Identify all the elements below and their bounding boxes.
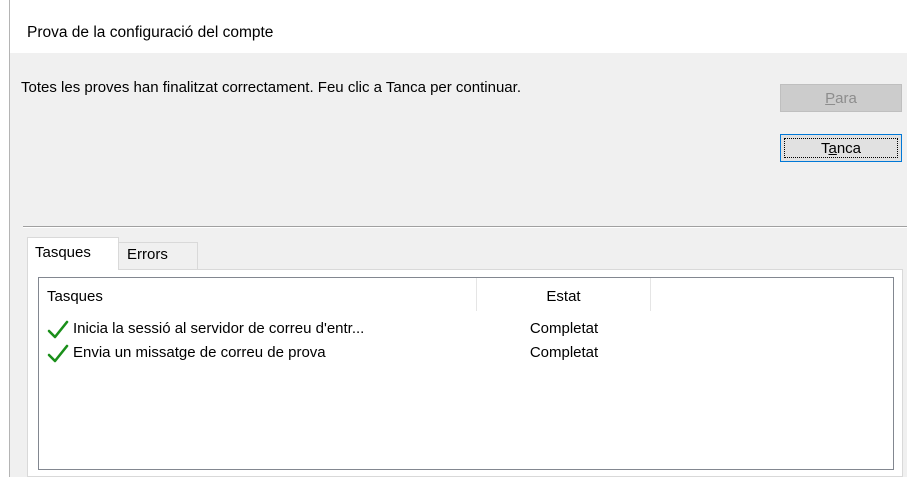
column-header-tasks[interactable]: Tasques <box>39 278 477 311</box>
green-checkmark-icon <box>47 344 69 363</box>
tab-errors-label: Errors <box>127 246 168 263</box>
task-list[interactable]: Tasques Estat Inicia la sessió al servid… <box>38 277 894 470</box>
tab-tasks-label: Tasques <box>35 244 91 261</box>
tab-errors[interactable]: Errors <box>118 242 198 270</box>
separator-line <box>23 226 907 228</box>
focus-rectangle <box>784 138 898 158</box>
stop-button-label: Para <box>825 89 857 107</box>
column-header-status[interactable]: Estat <box>477 278 651 311</box>
account-settings-test-dialog: Prova de la configuració del compte Tote… <box>9 0 907 477</box>
task-status: Completat <box>529 320 599 337</box>
list-item[interactable]: Inicia la sessió al servidor de correu d… <box>39 318 889 342</box>
title-bar: Prova de la configuració del compte <box>10 0 907 53</box>
task-name: Envia un missatge de correu de prova <box>73 344 326 361</box>
close-button[interactable]: Tanca <box>780 134 902 162</box>
tab-tasks[interactable]: Tasques <box>27 237 119 270</box>
stop-button[interactable]: Para <box>780 84 902 112</box>
green-checkmark-icon <box>47 320 69 339</box>
task-name: Inicia la sessió al servidor de correu d… <box>73 320 365 337</box>
status-message: Totes les proves han finalitzat correcta… <box>21 79 521 96</box>
column-header-empty[interactable] <box>651 278 893 311</box>
dialog-title: Prova de la configuració del compte <box>27 24 274 41</box>
task-status: Completat <box>529 344 599 361</box>
list-item[interactable]: Envia un missatge de correu de prova Com… <box>39 342 889 366</box>
tab-panel-tasks: Tasques Estat Inicia la sessió al servid… <box>27 269 903 477</box>
